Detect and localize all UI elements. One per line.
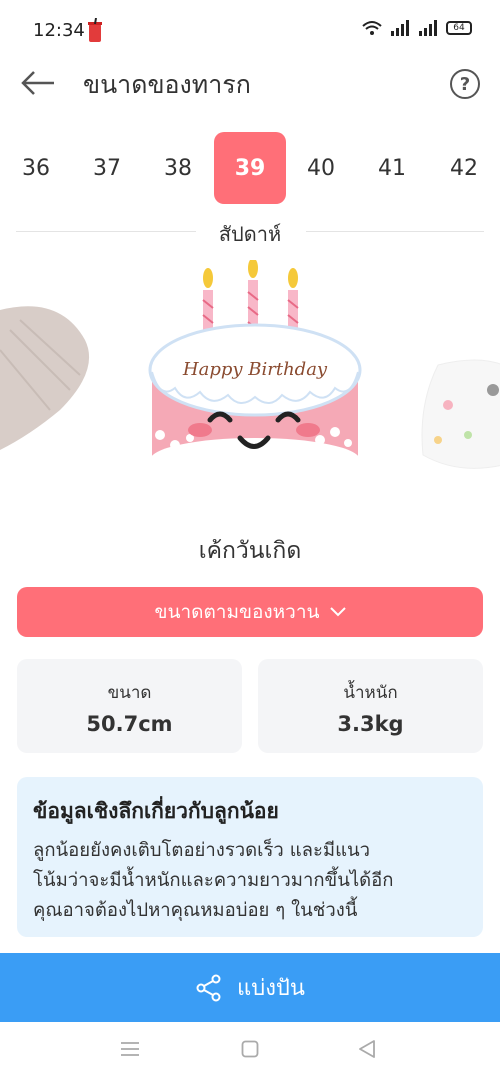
week-item-selected[interactable]: 39 xyxy=(214,132,286,204)
week-item[interactable]: 41 xyxy=(356,132,428,204)
week-item[interactable]: 37 xyxy=(71,132,143,204)
back-icon[interactable] xyxy=(358,1040,376,1058)
week-item[interactable]: 38 xyxy=(142,132,214,204)
illustration-carousel[interactable]: Happy Birthday xyxy=(0,255,500,515)
week-item[interactable]: 40 xyxy=(285,132,357,204)
insight-title: ข้อมูลเชิงลึกเกี่ยวกับลูกน้อย xyxy=(33,799,279,823)
insight-card: ข้อมูลเชิงลึกเกี่ยวกับลูกน้อย ลูกน้อยยัง… xyxy=(17,777,483,937)
system-nav-bar xyxy=(0,1022,500,1083)
week-selector: 36 37 38 39 40 41 42 xyxy=(0,132,500,204)
size-value: 50.7cm xyxy=(86,712,173,736)
share-button[interactable]: แบ่งปัน xyxy=(0,953,500,1022)
menu-icon[interactable] xyxy=(120,1040,140,1058)
signal-icon xyxy=(419,20,437,36)
cake-text: Happy Birthday xyxy=(182,359,328,380)
signal-icon xyxy=(391,20,409,36)
share-label: แบ่งปัน xyxy=(237,976,305,1001)
wifi-icon xyxy=(362,21,382,35)
chevron-down-icon xyxy=(329,607,346,617)
weight-label: น้ำหนัก xyxy=(343,683,398,703)
next-item-image xyxy=(421,359,500,469)
week-label-row: สัปดาห์ xyxy=(16,218,484,246)
size-card: ขนาด 50.7cm xyxy=(17,659,242,753)
home-icon[interactable] xyxy=(241,1040,259,1058)
size-comparison-label: ขนาดตามของหวาน xyxy=(154,601,320,623)
insight-line: โน้มว่าจะมีน้ำหนักและความยาวมากขึ้นได้อี… xyxy=(33,870,394,891)
insight-body: ลูกน้อยยังคงเติบโตอย่างรวดเร็ว และมีแนว … xyxy=(33,836,469,926)
birthday-cake-image: Happy Birthday xyxy=(148,260,362,482)
weight-card: น้ำหนัก 3.3kg xyxy=(258,659,483,753)
status-icons: 64 xyxy=(362,20,472,36)
size-comparison-dropdown[interactable]: ขนาดตามของหวาน xyxy=(17,587,483,637)
item-caption: เค้กวันเกิด xyxy=(198,538,302,564)
weight-value: 3.3kg xyxy=(337,712,404,736)
status-time: 12:34 xyxy=(33,20,85,41)
app-header: ขนาดของทารก ? xyxy=(0,55,500,113)
status-bar: 12:34 64 xyxy=(0,0,500,60)
drink-cup-icon xyxy=(88,18,102,42)
insight-line: คุณอาจต้องไปหาคุณหมอบ่อย ๆ ในช่วงนี้ xyxy=(33,900,358,921)
insight-line: ลูกน้อยยังคงเติบโตอย่างรวดเร็ว และมีแนว xyxy=(33,840,371,861)
size-label: ขนาด xyxy=(107,683,152,703)
help-icon[interactable]: ? xyxy=(450,69,480,99)
week-item[interactable]: 36 xyxy=(0,132,72,204)
page-title: ขนาดของทารก xyxy=(83,70,251,99)
week-label: สัปดาห์ xyxy=(218,222,282,246)
week-item[interactable]: 42 xyxy=(428,132,500,204)
previous-item-image xyxy=(0,306,90,450)
battery-icon: 64 xyxy=(446,21,472,35)
share-icon xyxy=(196,974,221,1001)
back-arrow-icon[interactable] xyxy=(20,67,56,99)
